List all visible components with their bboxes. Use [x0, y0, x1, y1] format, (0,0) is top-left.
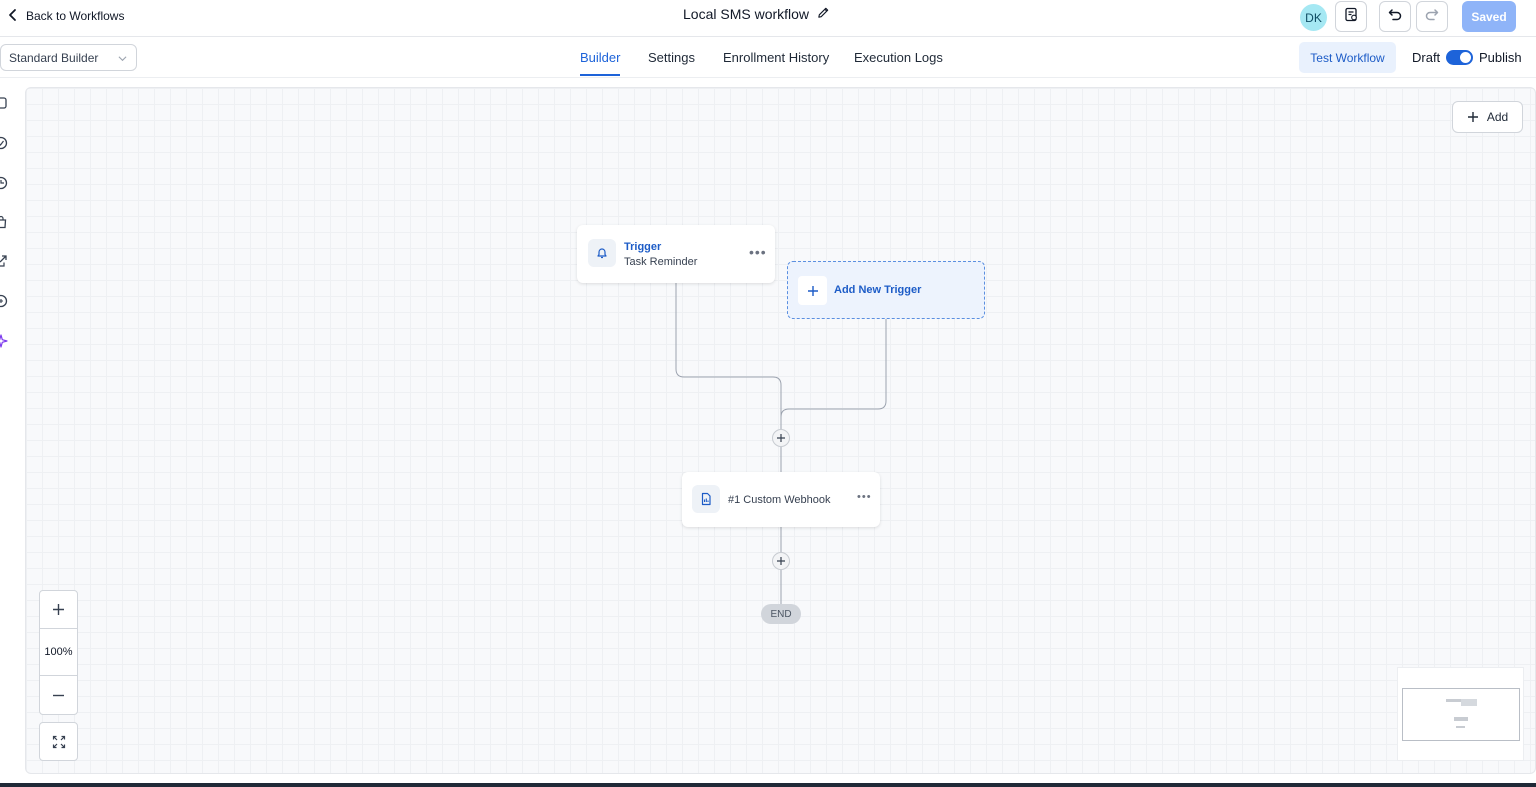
add-new-trigger-button[interactable]: Add New Trigger	[787, 261, 985, 319]
clock-icon[interactable]	[0, 176, 8, 190]
back-to-workflows-link[interactable]: Back to Workflows	[6, 6, 124, 26]
chevron-left-icon	[6, 8, 20, 25]
minimap-node	[1446, 699, 1461, 702]
plus-icon	[777, 434, 785, 442]
document-icon	[692, 485, 720, 513]
tab-execution-logs[interactable]: Execution Logs	[854, 50, 943, 76]
back-link-label: Back to Workflows	[26, 9, 125, 23]
minimap[interactable]	[1397, 667, 1524, 761]
canvas-add-button[interactable]: Add	[1452, 101, 1523, 133]
bottom-strip	[0, 783, 1536, 787]
minimap-node	[1461, 699, 1477, 706]
bell-icon	[588, 239, 616, 267]
builder-type-select[interactable]: Standard Builder	[0, 44, 137, 71]
clipboard-check-icon	[1343, 6, 1359, 27]
chevron-down-icon	[118, 56, 127, 62]
edit-pencil-icon[interactable]	[817, 6, 830, 22]
minimap-node	[1456, 726, 1465, 728]
top-bar: Back to Workflows Local SMS workflow DK …	[0, 0, 1536, 37]
expand-icon	[52, 735, 65, 748]
builder-toolbar: Standard Builder Builder Settings Enroll…	[0, 38, 1536, 78]
zoom-out-button[interactable]	[40, 675, 77, 714]
builder-type-value: Standard Builder	[9, 50, 99, 65]
external-link-icon[interactable]	[0, 254, 8, 268]
plus-icon	[53, 604, 64, 615]
square-icon[interactable]	[0, 96, 8, 110]
tab-settings[interactable]: Settings	[648, 50, 695, 76]
canvas-add-label: Add	[1486, 110, 1509, 124]
workflow-title: Local SMS workflow	[683, 6, 830, 22]
zoom-controls: 100%	[39, 590, 78, 715]
plus-icon	[1467, 112, 1478, 122]
more-options-icon[interactable]: •••	[857, 491, 872, 503]
workflow-title-text: Local SMS workflow	[683, 6, 810, 22]
publish-toggle[interactable]	[1446, 50, 1473, 65]
action-node-custom-webhook[interactable]: #1 Custom Webhook •••	[682, 472, 880, 527]
sparkle-icon[interactable]	[0, 334, 8, 348]
check-circle-icon[interactable]	[0, 136, 8, 150]
end-node: END	[761, 604, 801, 624]
workflow-report-button[interactable]	[1335, 1, 1367, 32]
user-avatar[interactable]: DK	[1300, 4, 1327, 31]
plus-icon	[798, 276, 827, 305]
tab-builder[interactable]: Builder	[580, 50, 621, 76]
zoom-level: 100%	[44, 646, 73, 658]
zoom-in-button[interactable]	[40, 591, 77, 629]
add-new-trigger-label: Add New Trigger	[834, 284, 922, 296]
plus-icon	[777, 557, 785, 565]
minus-icon	[53, 694, 64, 696]
trigger-node-title: Trigger	[624, 241, 662, 253]
minimap-node	[1454, 717, 1468, 721]
tab-enrollment-history[interactable]: Enrollment History	[723, 50, 829, 76]
trigger-node[interactable]: Trigger Task Reminder •••	[577, 225, 775, 283]
redo-icon	[1424, 6, 1440, 27]
undo-icon	[1387, 6, 1403, 27]
minimap-viewport[interactable]	[1402, 688, 1520, 741]
draft-label: Draft	[1412, 50, 1441, 65]
add-step-button[interactable]	[772, 552, 790, 570]
fit-view-button[interactable]	[39, 722, 78, 761]
undo-button[interactable]	[1379, 1, 1411, 32]
add-step-button[interactable]	[772, 429, 790, 447]
bag-icon[interactable]	[0, 215, 8, 229]
more-options-icon[interactable]: •••	[749, 244, 767, 260]
publish-label: Publish	[1479, 50, 1522, 65]
test-workflow-button[interactable]: Test Workflow	[1299, 42, 1396, 73]
redo-button[interactable]	[1416, 1, 1448, 32]
action-node-title: #1 Custom Webhook	[728, 494, 831, 506]
saved-button[interactable]: Saved	[1462, 1, 1516, 32]
refresh-icon[interactable]	[0, 294, 8, 308]
trigger-node-subtitle: Task Reminder	[624, 256, 698, 268]
